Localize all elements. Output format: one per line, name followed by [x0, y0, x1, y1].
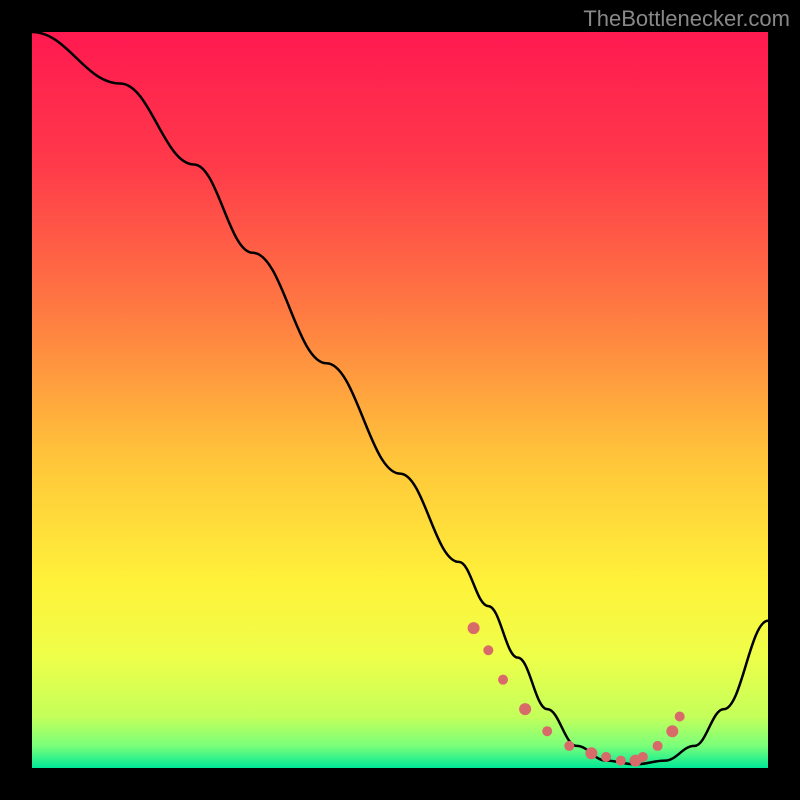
marker-dot	[601, 752, 611, 762]
bottleneck-curve	[32, 32, 768, 768]
marker-dot	[653, 741, 663, 751]
marker-dot	[638, 752, 648, 762]
marker-dot	[519, 703, 531, 715]
marker-dot	[468, 622, 480, 634]
marker-dot	[585, 747, 597, 759]
watermark-text: TheBottlenecker.com	[583, 6, 790, 32]
marker-dot	[564, 741, 574, 751]
marker-dot	[498, 675, 508, 685]
marker-dot	[616, 756, 626, 766]
chart-plot-area	[32, 32, 768, 768]
marker-dot	[542, 726, 552, 736]
marker-dot	[666, 725, 678, 737]
marker-dot	[483, 645, 493, 655]
marker-dot	[675, 711, 685, 721]
